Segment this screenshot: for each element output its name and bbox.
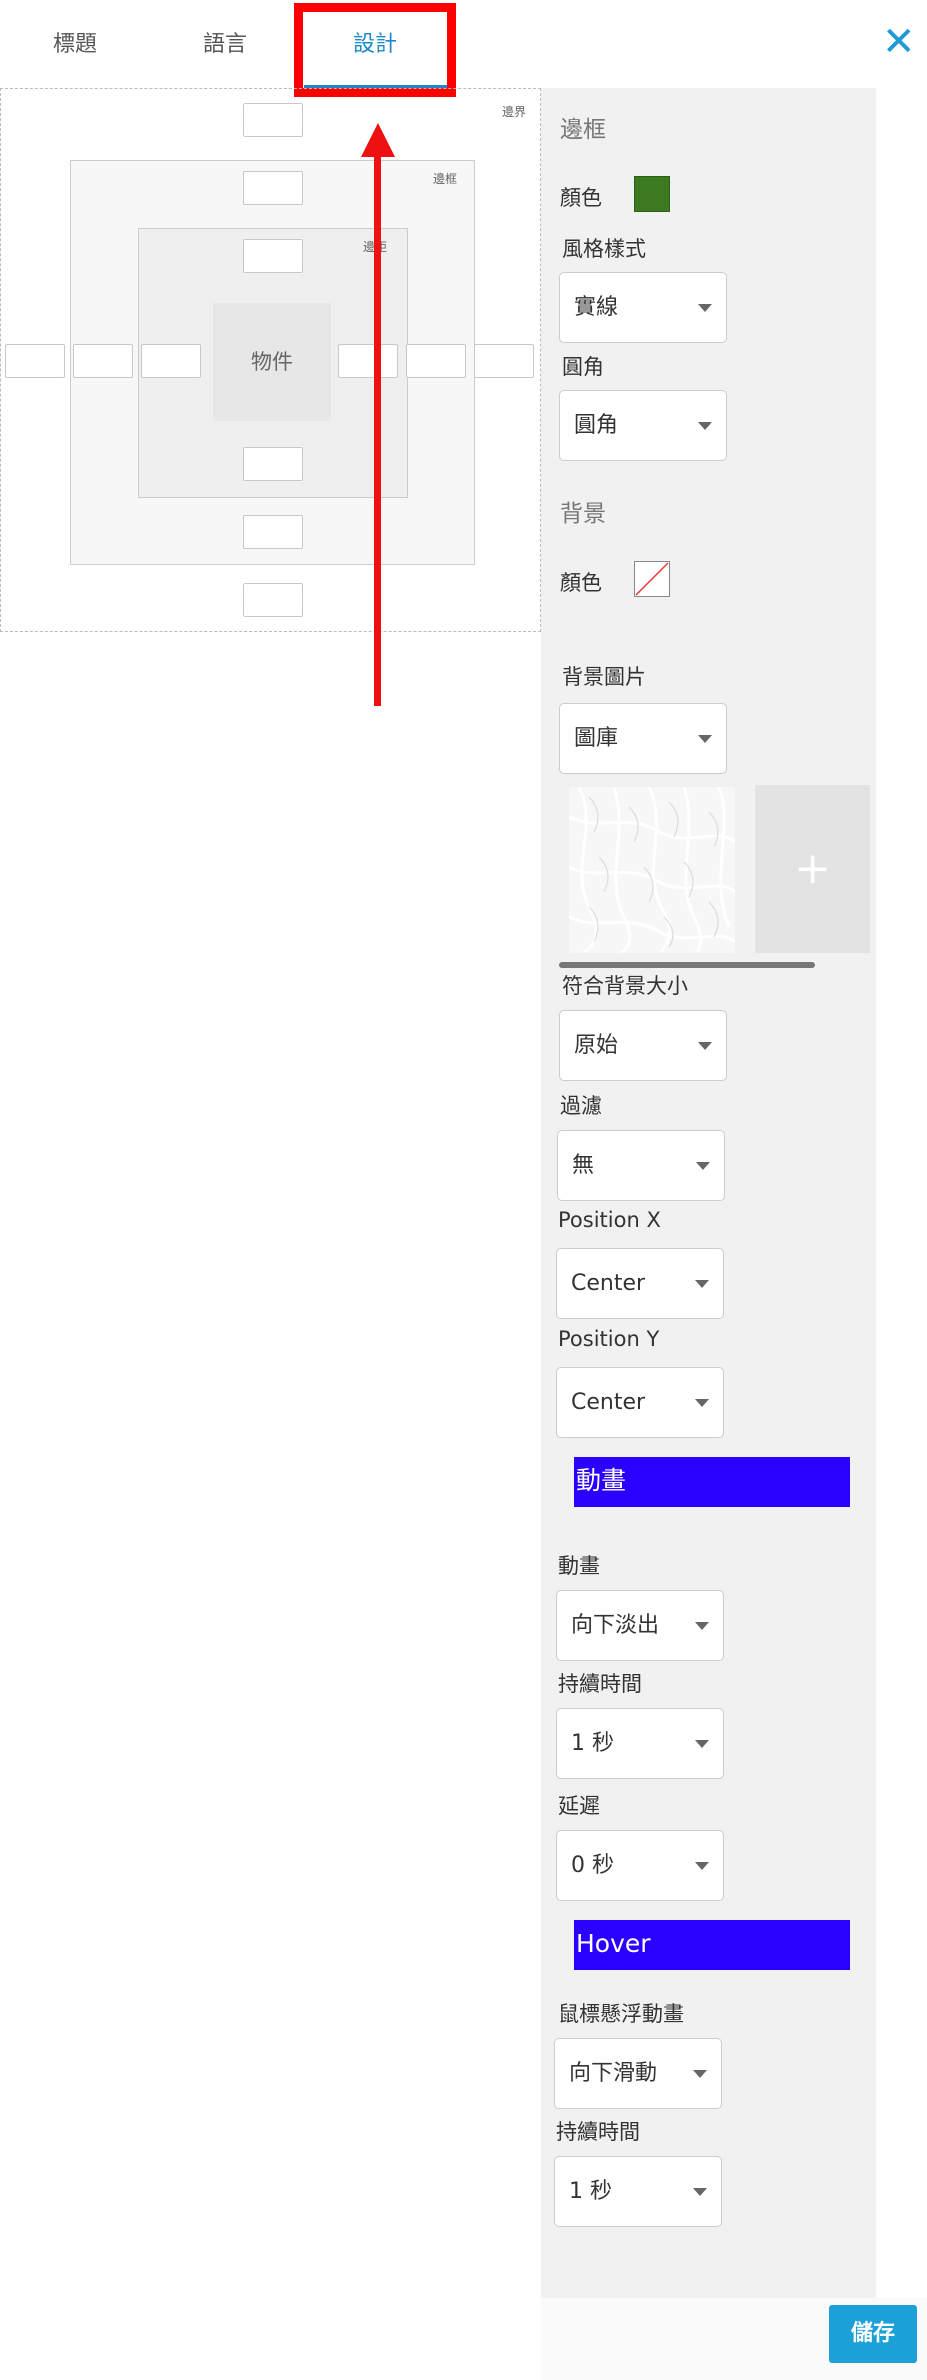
border-section-title: 邊框 xyxy=(560,117,606,143)
hover-section-header: Hover xyxy=(574,1920,850,1970)
bg-color-swatch[interactable] xyxy=(634,561,670,597)
border-color-swatch[interactable] xyxy=(634,176,670,212)
border-left-input[interactable] xyxy=(73,344,133,378)
hover-animation-select[interactable]: 向下滑動 xyxy=(554,2038,722,2109)
background-section-title: 背景 xyxy=(560,501,606,527)
position-x-value: Center xyxy=(571,1271,646,1296)
border-style-value: 實線 xyxy=(574,295,619,320)
fit-size-value: 原始 xyxy=(574,1033,619,1058)
chevron-down-icon xyxy=(698,304,712,312)
save-button[interactable]: 儲存 xyxy=(829,2305,917,2363)
no-color-icon xyxy=(635,562,669,596)
object-box: 物件 xyxy=(213,303,331,421)
chevron-down-icon xyxy=(698,735,712,743)
filter-value: 無 xyxy=(572,1153,595,1178)
animation-label: 動畫 xyxy=(558,1554,600,1578)
radius-label: 圓角 xyxy=(562,355,604,379)
chevron-down-icon xyxy=(695,1622,709,1630)
duration-select[interactable]: 1 秒 xyxy=(556,1708,724,1779)
add-image-button[interactable]: + xyxy=(755,785,870,953)
position-x-label: Position X xyxy=(558,1208,661,1232)
hover-duration-label: 持續時間 xyxy=(556,2120,640,2144)
duration-value: 1 秒 xyxy=(571,1731,614,1756)
margin-right-input[interactable] xyxy=(474,344,534,378)
animation-section-header: 動畫 xyxy=(574,1457,850,1507)
bg-image-label: 背景圖片 xyxy=(562,665,646,689)
margin-top-input[interactable] xyxy=(243,103,303,137)
chevron-down-icon xyxy=(695,1862,709,1870)
position-y-value: Center xyxy=(571,1390,646,1415)
delay-label: 延遲 xyxy=(558,1794,600,1818)
bg-image-source-select[interactable]: 圖庫 xyxy=(559,703,727,774)
bg-image-source-value: 圖庫 xyxy=(574,726,619,751)
padding-right-input[interactable] xyxy=(338,344,398,378)
chevron-down-icon xyxy=(693,2070,707,2078)
border-right-input[interactable] xyxy=(406,344,466,378)
tab-title[interactable]: 標題 xyxy=(20,0,130,90)
animation-select[interactable]: 向下淡出 xyxy=(556,1590,724,1661)
margin-label: 邊界 xyxy=(502,105,527,119)
border-top-input[interactable] xyxy=(243,171,303,205)
radius-value: 圓角 xyxy=(574,413,619,438)
fit-size-label: 符合背景大小 xyxy=(562,974,688,998)
filter-select[interactable]: 無 xyxy=(557,1130,725,1201)
border-style-select[interactable]: 實線 xyxy=(559,272,727,343)
chevron-down-icon xyxy=(695,1280,709,1288)
tab-language[interactable]: 語言 xyxy=(170,0,280,90)
chevron-down-icon xyxy=(698,422,712,430)
thumbnail-scrollbar[interactable] xyxy=(559,962,815,968)
chevron-down-icon xyxy=(695,1740,709,1748)
padding-bottom-input[interactable] xyxy=(243,447,303,481)
hover-animation-label: 鼠標懸浮動畫 xyxy=(558,2002,684,2026)
annotation-arrow-head xyxy=(361,123,395,157)
delay-select[interactable]: 0 秒 xyxy=(556,1830,724,1901)
close-icon[interactable]: ✕ xyxy=(882,20,916,64)
hover-duration-value: 1 秒 xyxy=(569,2179,612,2204)
chevron-down-icon xyxy=(696,1162,710,1170)
padding-top-input[interactable] xyxy=(243,239,303,273)
chevron-down-icon xyxy=(698,1042,712,1050)
bg-color-label: 顏色 xyxy=(560,571,602,595)
fit-size-select[interactable]: 原始 xyxy=(559,1010,727,1081)
animation-value: 向下淡出 xyxy=(571,1613,660,1638)
chevron-down-icon xyxy=(693,2188,707,2196)
border-label: 邊框 xyxy=(433,172,458,186)
position-y-label: Position Y xyxy=(558,1327,660,1351)
position-y-select[interactable]: Center xyxy=(556,1367,724,1438)
annotation-arrow-shaft xyxy=(374,150,381,706)
hover-duration-select[interactable]: 1 秒 xyxy=(554,2156,722,2227)
position-x-select[interactable]: Center xyxy=(556,1248,724,1319)
filter-label: 過濾 xyxy=(560,1094,602,1118)
radius-select[interactable]: 圓角 xyxy=(559,390,727,461)
duration-label: 持續時間 xyxy=(558,1672,642,1696)
delay-value: 0 秒 xyxy=(571,1853,614,1878)
bg-image-thumbnail[interactable] xyxy=(569,787,735,953)
leaf-pattern-image xyxy=(569,787,735,953)
border-color-label: 顏色 xyxy=(560,186,602,210)
hover-animation-value: 向下滑動 xyxy=(569,2061,658,2086)
chevron-down-icon xyxy=(695,1399,709,1407)
margin-left-input[interactable] xyxy=(5,344,65,378)
padding-left-input[interactable] xyxy=(141,344,201,378)
margin-bottom-input[interactable] xyxy=(243,583,303,617)
border-style-label: 風格樣式 xyxy=(562,237,646,261)
border-bottom-input[interactable] xyxy=(243,515,303,549)
highlight-box xyxy=(294,3,456,97)
